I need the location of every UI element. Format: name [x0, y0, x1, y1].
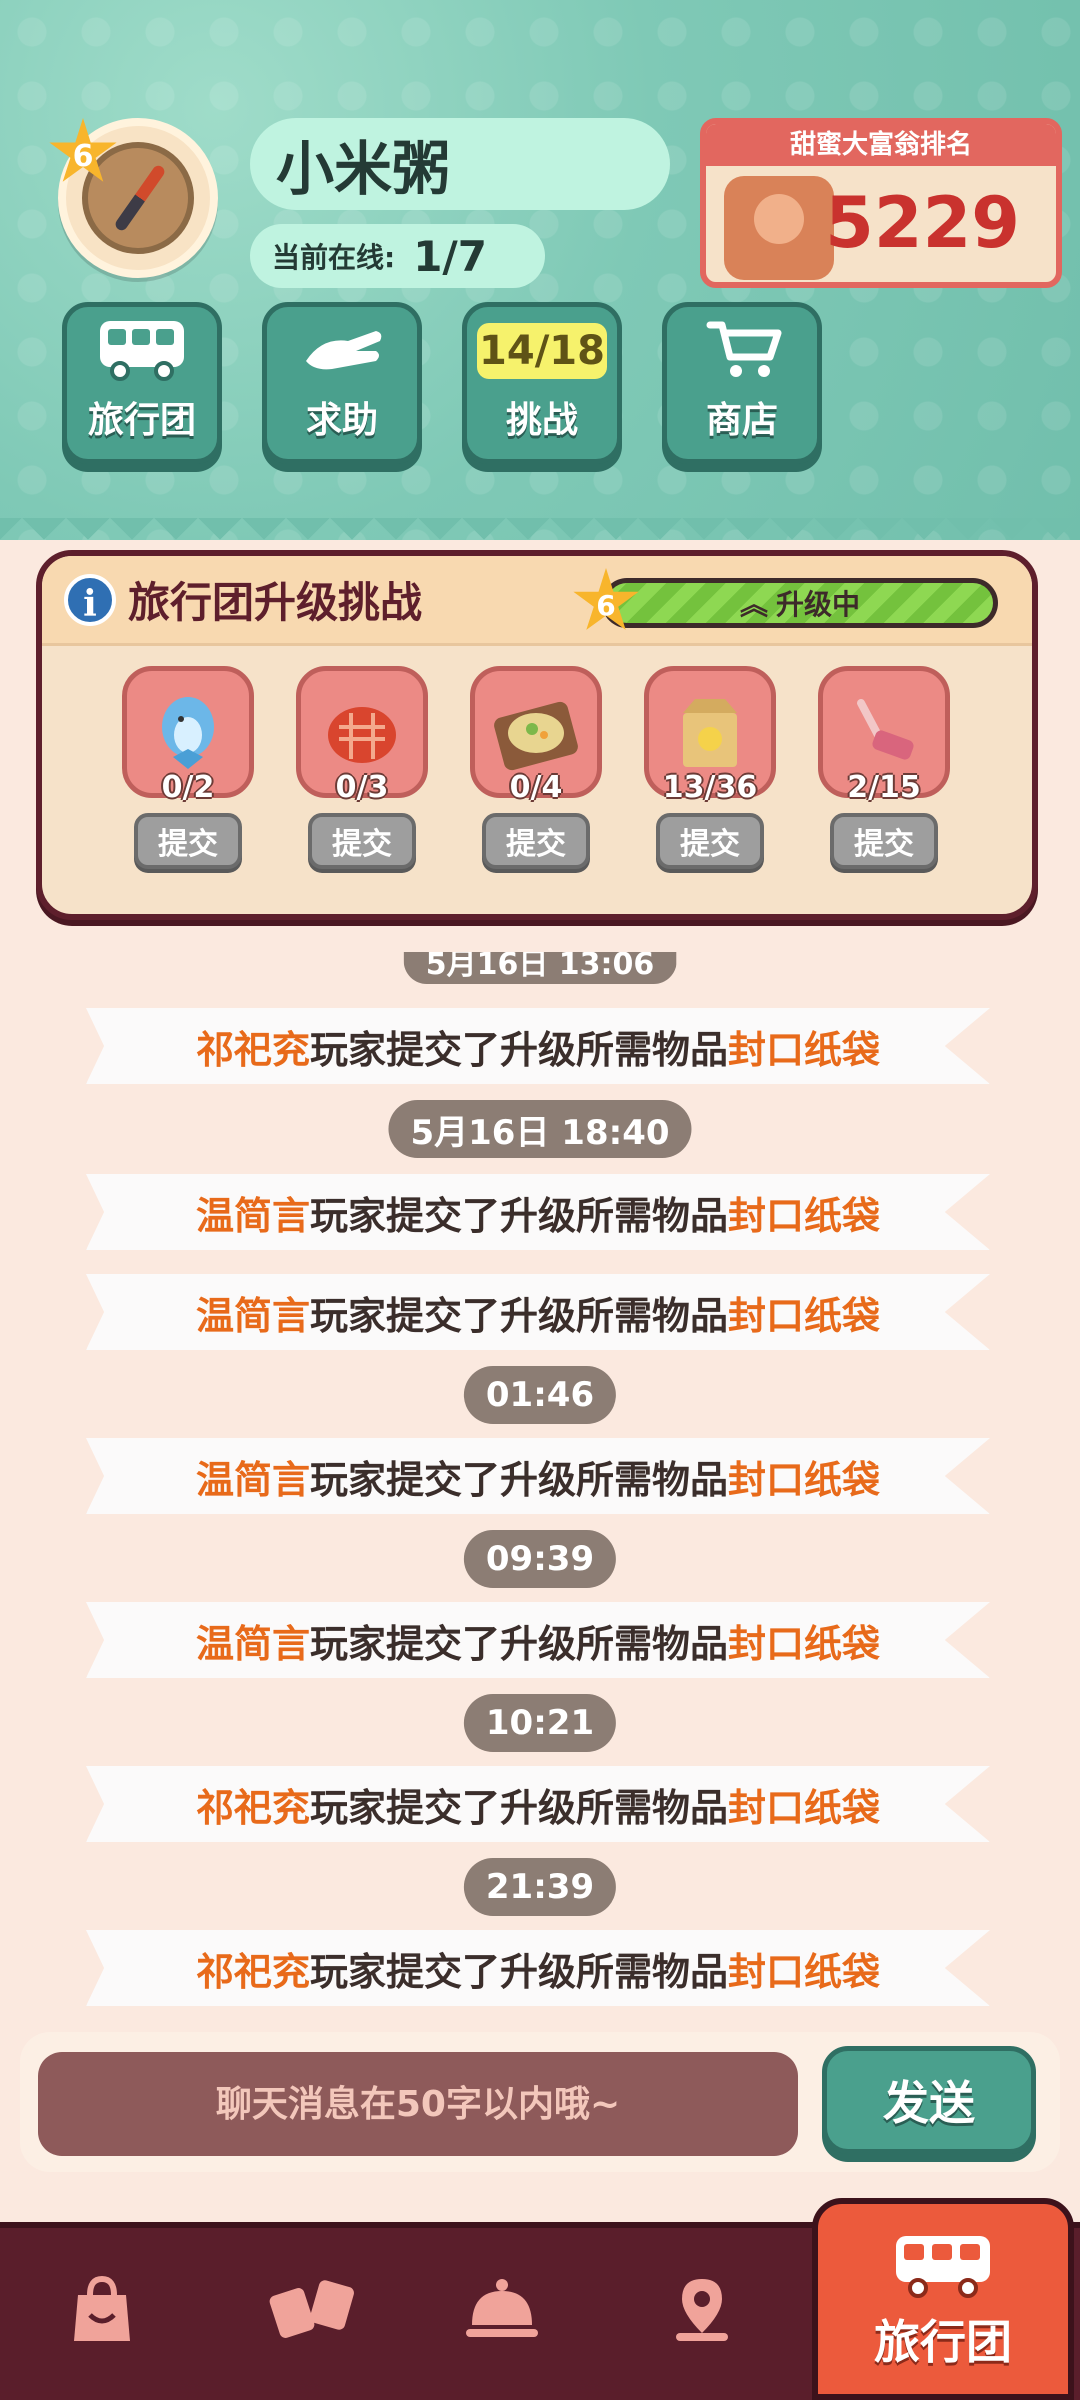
- challenge-item: 0/2 提交: [118, 666, 258, 896]
- challenge-label: 挑战: [505, 400, 578, 441]
- help-button[interactable]: 求助: [262, 302, 422, 464]
- submit-button[interactable]: 提交: [830, 813, 938, 869]
- shop-button[interactable]: 商店: [662, 302, 822, 464]
- cart-icon: [706, 321, 782, 377]
- upgrade-progress-fill: ︽ 升级中: [607, 583, 993, 623]
- nav-item-service[interactable]: [442, 2244, 562, 2374]
- username-label: 小米粥: [250, 118, 670, 210]
- shop-label: 商店: [705, 400, 778, 441]
- send-button[interactable]: 发送: [822, 2046, 1036, 2154]
- challenge-item: 2/15 提交: [814, 666, 954, 896]
- ranking-value: 5229: [825, 182, 1020, 264]
- nav-tour-group-label: 旅行团: [874, 2315, 1012, 2369]
- challenge-item: 0/4 提交: [466, 666, 606, 896]
- item-count: 0/3: [335, 770, 389, 805]
- feed-message: 祁祀兖 玩家提交了升级所需物品 封口纸袋: [86, 1008, 990, 1084]
- ranking-mascot-icon: [724, 176, 834, 280]
- feed-message: 祁祀兖 玩家提交了升级所需物品 封口纸袋: [86, 1930, 990, 2006]
- timestamp: 01:46: [463, 1366, 617, 1424]
- online-value: 1/7: [413, 231, 487, 281]
- item-count: 2/15: [847, 770, 921, 805]
- bus-icon: [896, 2236, 990, 2298]
- tour-group-label: 旅行团: [87, 400, 196, 441]
- feed-message: 温简言 玩家提交了升级所需物品 封口纸袋: [86, 1602, 990, 1678]
- feed-message: 祁祀兖 玩家提交了升级所需物品 封口纸袋: [86, 1766, 990, 1842]
- bag-icon: [74, 2275, 130, 2341]
- feed-message: 温简言 玩家提交了升级所需物品 封口纸袋: [86, 1438, 990, 1514]
- timestamp: 5月16日 18:40: [388, 1100, 692, 1158]
- nav-item-map[interactable]: [642, 2244, 762, 2374]
- chevron-up-icon: ︽: [739, 588, 768, 621]
- chat-input[interactable]: [38, 2052, 798, 2156]
- timestamp: 21:39: [463, 1858, 617, 1916]
- map-pin-icon: [676, 2279, 728, 2341]
- online-count: 当前在线: 1/7: [250, 224, 545, 288]
- nav-item-cards[interactable]: [252, 2244, 372, 2374]
- item-count: 13/36: [662, 770, 758, 805]
- item-count: 0/2: [161, 770, 215, 805]
- challenge-header: i 旅行团升级挑战 ︽ 升级中 6: [42, 556, 1032, 646]
- challenge-item: 13/36 提交: [640, 666, 780, 896]
- nav-item-bag[interactable]: [42, 2244, 162, 2374]
- upgrade-status: 升级中: [776, 588, 861, 621]
- nav-item-tour-group[interactable]: 旅行团: [812, 2198, 1074, 2400]
- info-icon[interactable]: i: [64, 573, 116, 626]
- challenge-items: 0/2 提交 0/3 提交 0/4 提交 13/36 提交 2/15 提交: [42, 666, 1032, 896]
- bus-icon: [100, 321, 184, 381]
- upgrade-challenge-panel: i 旅行团升级挑战 ︽ 升级中 6 0/2 提交 0/3 提交 0/4 提交 1…: [36, 550, 1038, 920]
- ranking-title: 甜蜜大富翁排名: [706, 124, 1056, 166]
- online-label: 当前在线:: [272, 241, 396, 274]
- feed-message: 温简言 玩家提交了升级所需物品 封口纸袋: [86, 1274, 990, 1350]
- cards-icon: [269, 2280, 354, 2338]
- submit-button[interactable]: 提交: [134, 813, 242, 869]
- challenge-button[interactable]: 14/18 挑战: [462, 302, 622, 464]
- tour-group-button[interactable]: 旅行团: [62, 302, 222, 464]
- help-label: 求助: [305, 400, 378, 441]
- cloche-icon: [466, 2279, 538, 2337]
- challenge-title: 旅行团升级挑战: [128, 578, 423, 627]
- item-count: 0/4: [509, 770, 563, 805]
- submit-button[interactable]: 提交: [308, 813, 416, 869]
- challenge-item: 0/3 提交: [292, 666, 432, 896]
- ranking-board[interactable]: 甜蜜大富翁排名 5229: [700, 118, 1062, 288]
- hand-icon: [306, 331, 382, 370]
- feed-message: 温简言 玩家提交了升级所需物品 封口纸袋: [86, 1174, 990, 1250]
- timestamp: 09:39: [463, 1530, 617, 1588]
- timestamp: 10:21: [463, 1694, 617, 1752]
- compass-icon: [82, 142, 194, 254]
- challenge-badge: 14/18: [477, 323, 607, 379]
- upgrade-progress-bar: ︽ 升级中: [602, 578, 998, 628]
- submit-button[interactable]: 提交: [482, 813, 590, 869]
- timestamp: 5月16日 13:06: [403, 952, 677, 984]
- submit-button[interactable]: 提交: [656, 813, 764, 869]
